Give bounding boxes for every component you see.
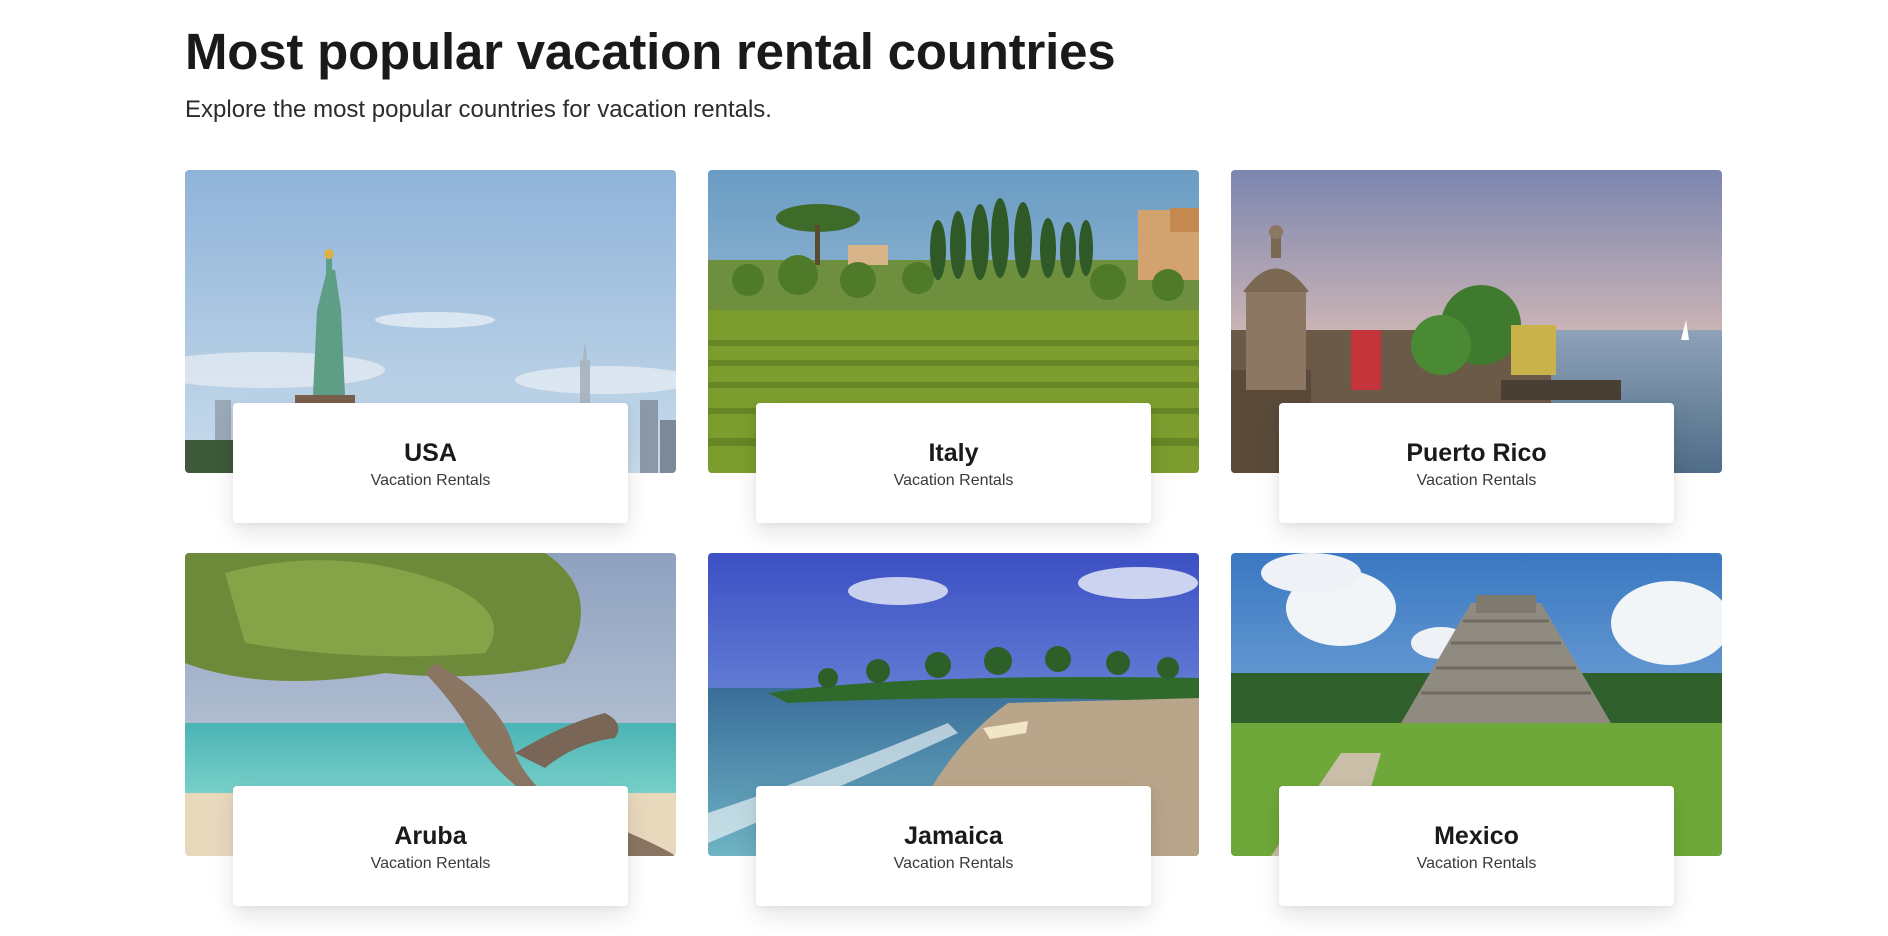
destination-subtitle: Vacation Rentals xyxy=(893,472,1014,489)
destination-subtitle: Vacation Rentals xyxy=(1416,472,1537,489)
destination-card-puerto-rico[interactable]: Puerto Rico Vacation Rentals xyxy=(1231,170,1722,553)
destination-label-jamaica[interactable]: Jamaica Vacation Rentals xyxy=(756,786,1151,906)
destination-name: Jamaica xyxy=(904,822,1003,850)
destinations-grid: USA Vacation Rentals Italy Vacation Rent… xyxy=(185,170,1722,936)
page-title: Most popular vacation rental countries xyxy=(185,23,1116,80)
destination-name: Puerto Rico xyxy=(1406,439,1547,467)
destination-label-puerto-rico[interactable]: Puerto Rico Vacation Rentals xyxy=(1279,403,1674,523)
destination-card-aruba[interactable]: Aruba Vacation Rentals xyxy=(185,553,676,936)
destination-subtitle: Vacation Rentals xyxy=(1416,855,1537,872)
destination-subtitle: Vacation Rentals xyxy=(370,855,491,872)
destination-subtitle: Vacation Rentals xyxy=(370,472,491,489)
destination-label-usa[interactable]: USA Vacation Rentals xyxy=(233,403,628,523)
destination-name: Aruba xyxy=(394,822,467,850)
destination-subtitle: Vacation Rentals xyxy=(893,855,1014,872)
destination-label-italy[interactable]: Italy Vacation Rentals xyxy=(756,403,1151,523)
destination-card-jamaica[interactable]: Jamaica Vacation Rentals xyxy=(708,553,1199,936)
destination-label-aruba[interactable]: Aruba Vacation Rentals xyxy=(233,786,628,906)
destination-card-mexico[interactable]: Mexico Vacation Rentals xyxy=(1231,553,1722,936)
destination-name: Italy xyxy=(928,439,979,467)
destination-name: Mexico xyxy=(1434,822,1519,850)
destination-card-italy[interactable]: Italy Vacation Rentals xyxy=(708,170,1199,553)
destination-card-usa[interactable]: USA Vacation Rentals xyxy=(185,170,676,553)
destination-name: USA xyxy=(404,439,457,467)
page-subtitle: Explore the most popular countries for v… xyxy=(185,96,772,123)
destination-label-mexico[interactable]: Mexico Vacation Rentals xyxy=(1279,786,1674,906)
